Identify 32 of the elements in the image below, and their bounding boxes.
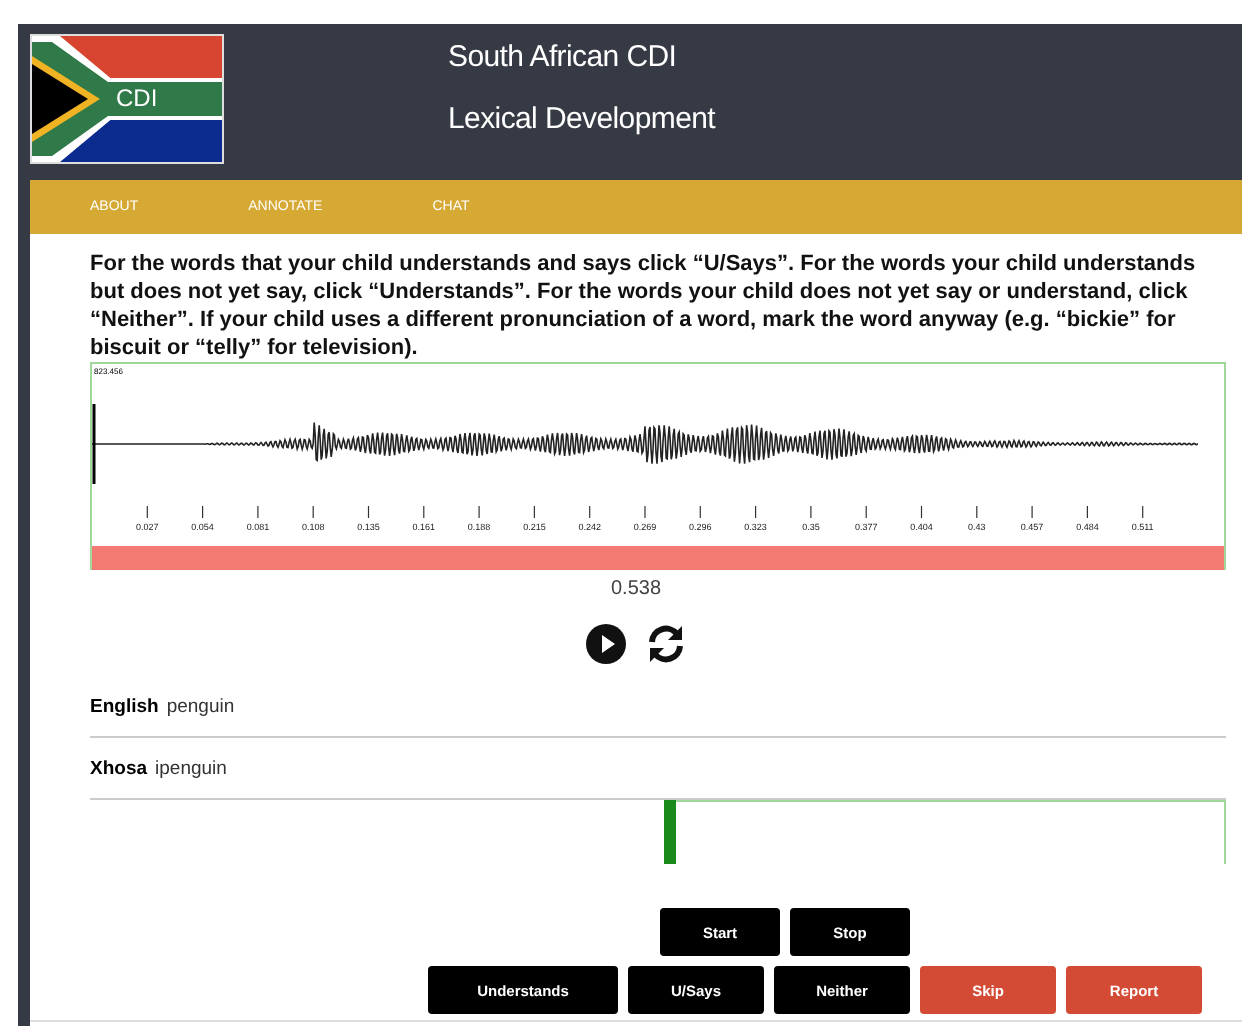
tick-mark: [367, 505, 370, 519]
language-label: Xhosa: [90, 758, 148, 780]
tick-mark: [1031, 505, 1033, 519]
tick-mark: [257, 505, 259, 519]
tick-mark: [644, 505, 646, 519]
cursor-line: [92, 404, 96, 484]
tick-mark: [920, 505, 923, 519]
tick-mark: [810, 505, 812, 519]
duration-value: 0.538: [608, 578, 664, 600]
language-label: English: [90, 696, 159, 718]
tick-mark: [755, 505, 757, 519]
tick-mark: [1142, 505, 1144, 519]
tick-mark: [423, 505, 425, 519]
tick-mark: [1086, 505, 1088, 519]
play-icon[interactable]: [586, 624, 626, 664]
logo-text: CDI: [116, 84, 158, 112]
word-text: penguin: [166, 696, 235, 718]
tick-mark: [699, 505, 701, 519]
recording-marker[interactable]: [664, 800, 677, 864]
tick-mark: [976, 505, 978, 519]
tick-mark: [865, 505, 867, 519]
instructions-text: For the words that your child understands and says click “U/Says”. For the words your child understands but does not yet say, click “Understands”. For the words your child does not yet say or understand, click “Neither”. If your child uses a different pronunciation of a word, mark the word anyway (e.g. “bickie” for biscuit or “telly” for television).: [90, 250, 1198, 362]
site-title: South African CDI: [448, 40, 679, 74]
tick-mark: [312, 505, 314, 519]
tick-mark: [202, 505, 204, 519]
word-text: ipenguin: [155, 758, 227, 780]
page-subtitle: Lexical Development: [448, 102, 716, 136]
tick-mark: [533, 505, 535, 519]
tick-mark: [589, 505, 591, 519]
tick-mark: [146, 505, 148, 519]
tick-mark: [478, 505, 480, 519]
refresh-icon[interactable]: [646, 624, 686, 664]
